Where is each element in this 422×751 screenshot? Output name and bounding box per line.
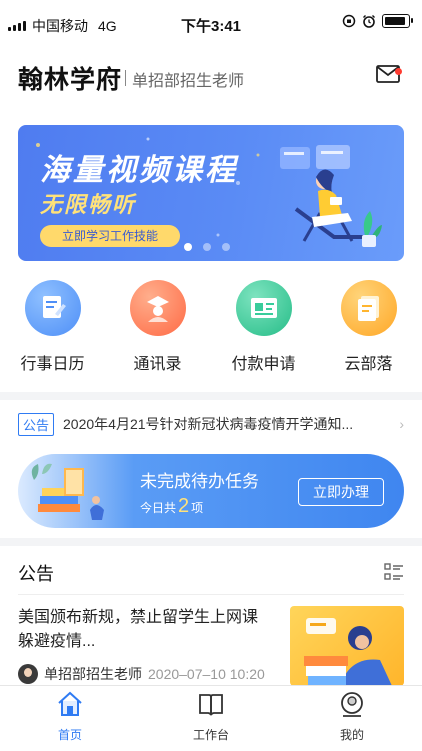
- news-date: 2020–07–10 10:20: [148, 666, 265, 682]
- todo-title: 未完成待办任务: [140, 472, 259, 491]
- news-illustration: [304, 618, 392, 686]
- promo-banner[interactable]: 海量视频课程 无限畅听 立即学习工作技能: [18, 125, 404, 261]
- quick-actions: 行事日历 通讯录 付款申请 云部落: [0, 280, 422, 375]
- divider: [18, 594, 404, 595]
- tab-workbench[interactable]: 工作台: [141, 690, 281, 743]
- handle-now-button[interactable]: 立即办理: [298, 478, 384, 506]
- payment-icon: [235, 280, 292, 336]
- carousel-dot[interactable]: [184, 243, 192, 251]
- news-thumbnail[interactable]: [290, 606, 404, 686]
- todo-count-number: 2: [178, 495, 190, 517]
- quick-action-payment[interactable]: 付款申请: [211, 280, 316, 374]
- quick-action-cloud-tribe[interactable]: 云部落: [316, 280, 421, 374]
- todo-count-prefix: 今日共: [140, 501, 177, 515]
- news-author: 单招部招生老师: [44, 666, 142, 682]
- quick-action-label: 付款申请: [231, 356, 296, 373]
- banner-subtitle: 无限畅听: [40, 192, 137, 217]
- profile-icon: [341, 692, 363, 717]
- app-title: 翰林学府: [18, 66, 123, 94]
- contacts-icon: [129, 280, 186, 336]
- workbench-icon: [199, 694, 223, 716]
- tab-profile[interactable]: 我的: [282, 690, 422, 743]
- notice-text[interactable]: 2020年4月21号针对新冠状病毒疫情开学通知...: [63, 414, 353, 434]
- user-role: 单招部招生老师: [132, 73, 245, 90]
- books-illustration: [31, 463, 104, 520]
- bottom-tab-bar: 首页 工作台 我的: [0, 685, 422, 751]
- unread-dot: [395, 68, 402, 75]
- carousel-indicator[interactable]: [184, 243, 230, 251]
- alarm-icon: [363, 15, 375, 28]
- status-icons: [342, 14, 413, 28]
- learn-now-button[interactable]: 立即学习工作技能: [40, 225, 180, 247]
- carousel-dot[interactable]: [203, 243, 211, 251]
- cloud-tribe-icon: [340, 280, 397, 336]
- news-meta: 单招部招生老师 2020–07–10 10:20: [18, 664, 265, 684]
- tab-home[interactable]: 首页: [0, 690, 140, 743]
- avatar: [18, 664, 38, 684]
- title-divider: [125, 70, 126, 86]
- todo-count-suffix: 项: [191, 501, 204, 515]
- reading-illustration: [280, 145, 382, 247]
- carousel-dot[interactable]: [222, 243, 230, 251]
- list-view-icon[interactable]: [384, 562, 404, 582]
- todo-count: 今日共 2 项: [140, 495, 203, 518]
- announcement-title: 公告: [18, 564, 54, 584]
- announcement-header: 公告: [18, 560, 404, 588]
- quick-action-label: 通讯录: [133, 356, 182, 373]
- section-divider: [0, 538, 422, 546]
- quick-action-contacts[interactable]: 通讯录: [105, 280, 210, 374]
- home-icon: [58, 691, 82, 716]
- app-header: 翰林学府 单招部招生老师: [18, 56, 406, 96]
- tab-label: 工作台: [192, 728, 229, 742]
- notice-tag: 公告: [18, 412, 55, 436]
- tab-label: 我的: [339, 728, 364, 742]
- mail-button[interactable]: [376, 64, 402, 84]
- tab-label: 首页: [57, 728, 82, 742]
- todo-card[interactable]: 未完成待办任务 今日共 2 项 立即办理: [18, 454, 404, 528]
- quick-action-label: 行事日历: [20, 356, 85, 373]
- section-divider: [0, 392, 422, 400]
- status-bar: 中国移动 4G 下午3:41: [0, 0, 422, 44]
- chevron-right-icon: ›: [399, 416, 404, 432]
- calendar-icon: [24, 280, 81, 336]
- battery-icon: [382, 14, 413, 28]
- notice-ticker[interactable]: 公告 2020年4月21号针对新冠状病毒疫情开学通知... ›: [18, 412, 408, 436]
- orientation-lock-icon: [342, 14, 356, 28]
- news-item-title[interactable]: 美国颁布新规，禁止留学生上网课躲避疫情...: [18, 606, 273, 654]
- banner-title: 海量视频课程: [40, 154, 238, 187]
- quick-action-calendar[interactable]: 行事日历: [0, 280, 105, 374]
- quick-action-label: 云部落: [344, 356, 393, 373]
